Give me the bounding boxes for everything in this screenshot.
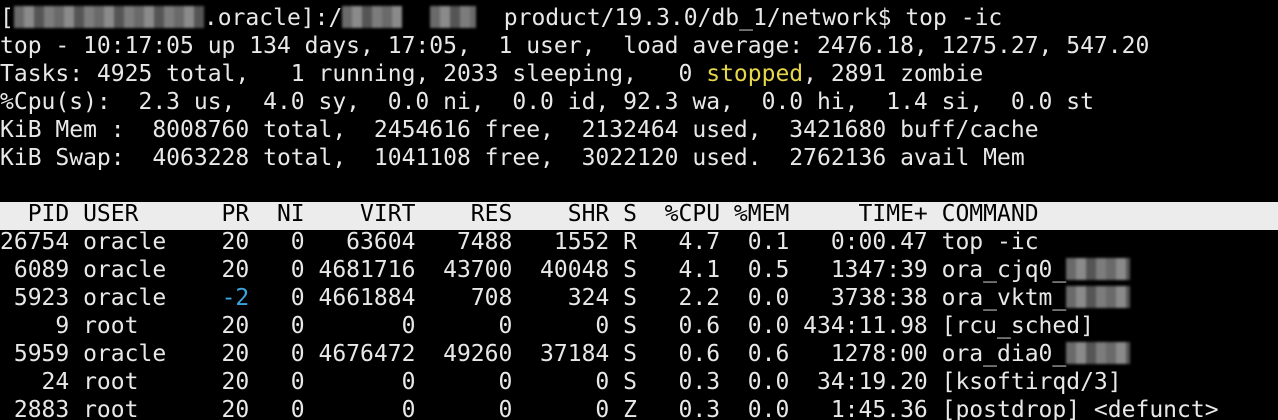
process-row-text: 24 root 20 0 0 0 0 S 0.3 0.0 34:19.20 [k…: [0, 369, 1122, 395]
process-row[interactable]: 5959 oracle 20 0 4676472 49260 37184 S 0…: [0, 340, 1131, 368]
process-row-text: 5923 oracle: [0, 285, 222, 311]
process-row-text: 26754 oracle 20 0 63604 7488 1552 R 4.7 …: [0, 229, 1039, 255]
redacted-process-suffix: [1066, 342, 1131, 364]
tasks-stopped-label: stopped: [706, 61, 804, 87]
process-row[interactable]: 6089 oracle 20 0 4681716 43700 40048 S 4…: [0, 256, 1131, 284]
shell-prompt-line: [ .oracle]:/ product/19.3.0/db_1/network$…: [0, 4, 1002, 32]
prompt-path: product/19.3.0/db_1/network$: [503, 5, 906, 31]
cpu-line: %Cpu(s): 2.3 us, 4.0 sy, 0.0 ni, 0.0 id,…: [0, 89, 1094, 115]
process-row[interactable]: 26754 oracle 20 0 63604 7488 1552 R 4.7 …: [0, 228, 1039, 256]
redacted-path-segment: [342, 6, 403, 28]
process-row-text-rest: 0 4661884 708 324 S 2.2 0.0 3738:38 ora_…: [249, 285, 1067, 311]
process-row[interactable]: 9 root 20 0 0 0 0 S 0.6 0.0 434:11.98 [r…: [0, 312, 1094, 340]
redacted-path-segment-2: [430, 6, 477, 28]
redacted-process-suffix: [1066, 286, 1131, 308]
tasks-suffix: , 2891 zombie: [803, 61, 984, 87]
uptime-line: top - 10:17:05 up 134 days, 17:05, 1 use…: [0, 33, 1150, 59]
redacted-process-suffix: [1066, 258, 1131, 280]
process-row[interactable]: 2883 root 20 0 0 0 0 Z 0.3 0.0 1:45.36 […: [0, 396, 1219, 420]
tasks-line: Tasks: 4925 total, 1 running, 2033 sleep…: [0, 60, 983, 88]
prompt-bracket: [: [0, 5, 14, 31]
process-priority-negative: -2: [221, 285, 250, 311]
process-row-text: 9 root 20 0 0 0 0 S 0.6 0.0 434:11.98 [r…: [0, 313, 1094, 339]
process-row-text: 5959 oracle 20 0 4676472 49260 37184 S 0…: [0, 341, 1067, 367]
prompt-command: top -ic: [905, 5, 1003, 31]
mem-line: KiB Mem : 8008760 total, 2454616 free, 2…: [0, 117, 1039, 143]
process-row-text: 6089 oracle 20 0 4681716 43700 40048 S 4…: [0, 257, 1067, 283]
process-row-text: 2883 root 20 0 0 0 0 Z 0.3 0.0 1:45.36 […: [0, 397, 1219, 420]
prompt-host: .oracle]:/: [203, 5, 343, 31]
process-row[interactable]: 24 root 20 0 0 0 0 S 0.3 0.0 34:19.20 [k…: [0, 368, 1122, 396]
tasks-prefix: Tasks: 4925 total, 1 running, 2033 sleep…: [0, 61, 707, 87]
process-row[interactable]: 5923 oracle -2 0 4661884 708 324 S 2.2 0…: [0, 284, 1131, 312]
redacted-hostname: [13, 6, 204, 28]
process-table-header: PID USER PR NI VIRT RES SHR S %CPU %MEM …: [0, 201, 1039, 227]
swap-line: KiB Swap: 4063228 total, 1041108 free, 3…: [0, 145, 1025, 171]
terminal-window[interactable]: [ .oracle]:/ product/19.3.0/db_1/network$…: [0, 0, 1278, 420]
